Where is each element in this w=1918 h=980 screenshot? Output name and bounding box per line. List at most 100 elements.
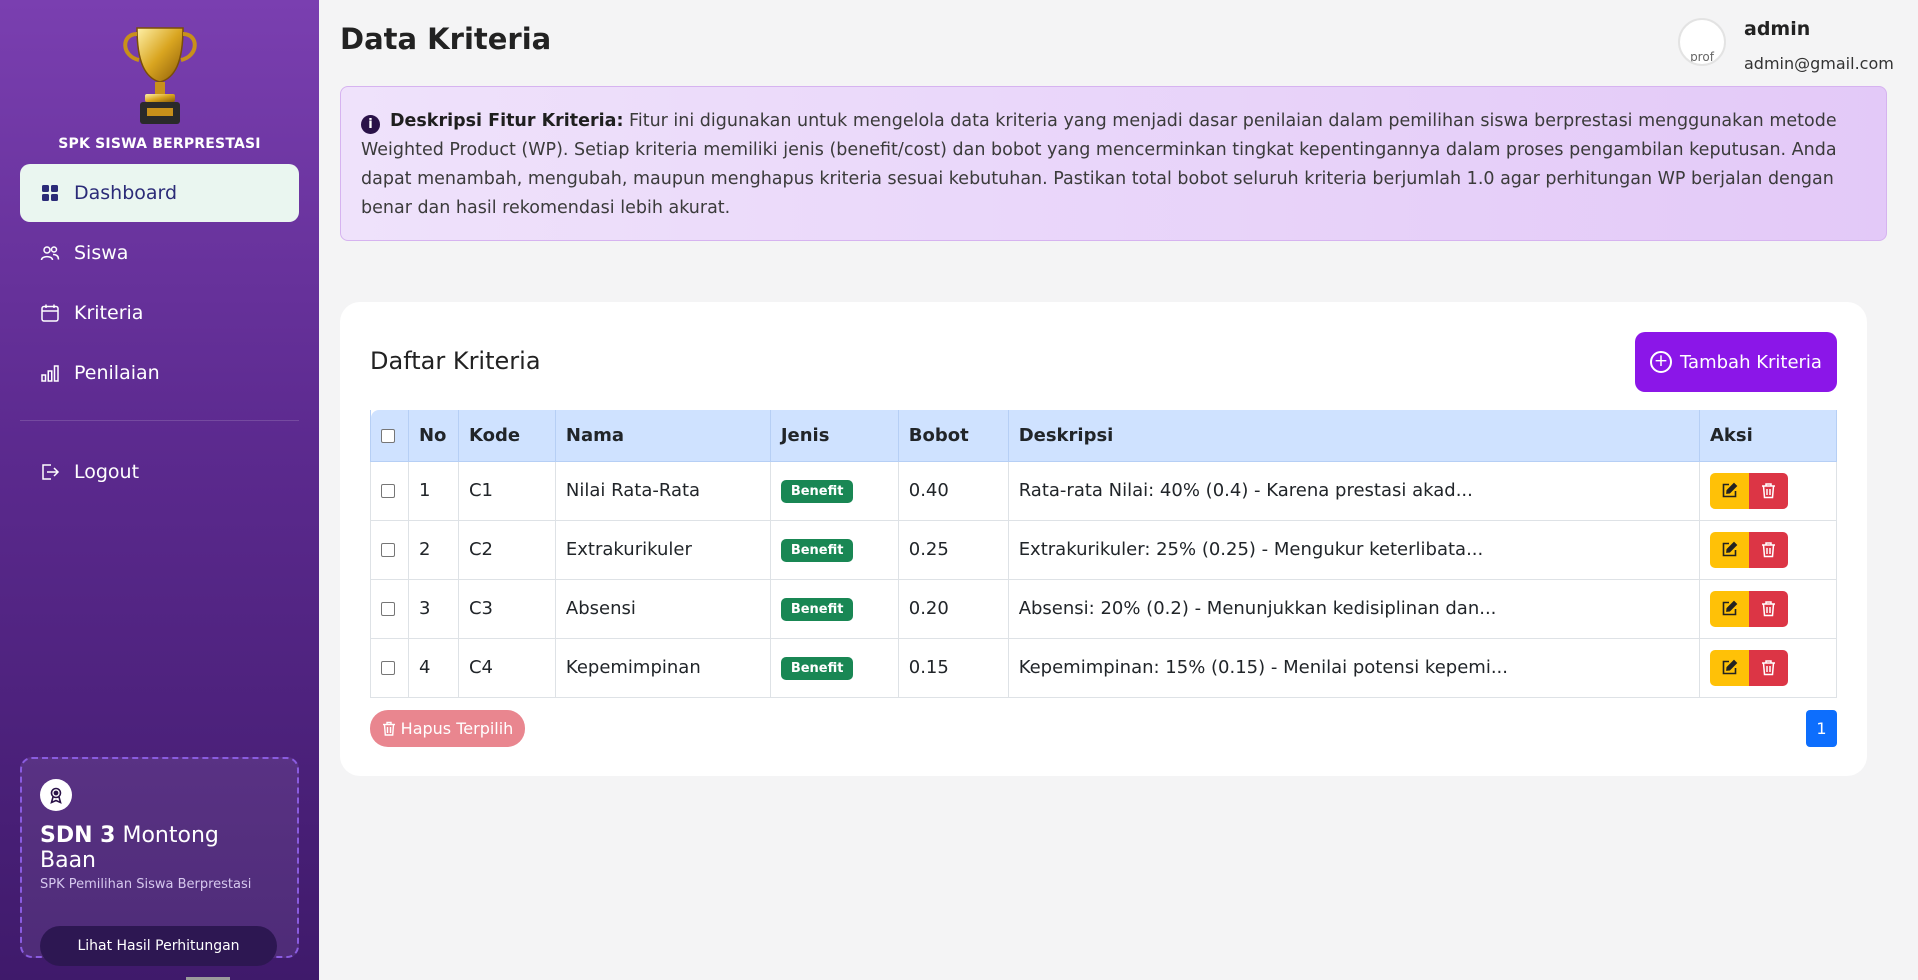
brand-name: SPK SISWA BERPRESTASI	[58, 136, 261, 152]
table-row: 2 C2 Extrakurikuler Benefit 0.25 Extraku…	[370, 520, 1837, 579]
users-icon	[40, 243, 60, 263]
edit-icon	[1722, 659, 1738, 675]
profile-text: admin admin@gmail.com	[1744, 18, 1894, 73]
cell-no: 4	[407, 638, 459, 697]
trash-icon	[1762, 483, 1775, 499]
edit-button[interactable]	[1710, 472, 1749, 509]
cell-aksi	[1699, 638, 1837, 697]
cell-jenis: Benefit	[769, 638, 899, 697]
header-no: No	[407, 410, 459, 462]
avatar-alt-text: prof	[1690, 50, 1714, 64]
sidebar: SPK SISWA BERPRESTASI Dashboard Siswa Kr…	[0, 0, 319, 980]
jenis-badge: Benefit	[780, 656, 854, 680]
cell-nama: Absensi	[554, 579, 771, 638]
trophy-logo-icon	[122, 27, 197, 124]
cell-deskripsi: Rata-rata Nilai: 40% (0.4) - Karena pres…	[1007, 461, 1700, 520]
cell-kode: C3	[457, 579, 556, 638]
add-criteria-button[interactable]: + Tambah Kriteria	[1635, 332, 1837, 392]
cell-bobot: 0.20	[897, 579, 1009, 638]
logout-icon	[40, 462, 60, 482]
cell-kode: C1	[457, 461, 556, 520]
school-card: SDN 3 Montong Baan SPK Pemilihan Siswa B…	[20, 757, 299, 966]
delete-selected-button[interactable]: Hapus Terpilih	[370, 710, 525, 747]
sidebar-item-label: Penilaian	[74, 362, 160, 384]
cell-nama: Extrakurikuler	[554, 520, 771, 579]
cell-nama: Nilai Rata-Rata	[554, 461, 771, 520]
sidebar-nav: Dashboard Siswa Kriteria Penilaian Logou…	[0, 164, 319, 501]
cell-jenis: Benefit	[769, 461, 899, 520]
delete-button[interactable]	[1749, 590, 1788, 627]
cell-bobot: 0.40	[897, 461, 1009, 520]
header-deskripsi: Deskripsi	[1007, 410, 1701, 462]
logout-label: Logout	[74, 461, 140, 483]
jenis-badge: Benefit	[780, 538, 854, 562]
cell-deskripsi: Kepemimpinan: 15% (0.15) - Menilai poten…	[1007, 638, 1700, 697]
sidebar-item-dashboard[interactable]: Dashboard	[20, 164, 299, 222]
card-title: Daftar Kriteria	[370, 347, 541, 375]
row-checkbox[interactable]	[381, 602, 395, 616]
cell-jenis: Benefit	[769, 520, 899, 579]
delete-button[interactable]	[1749, 531, 1788, 568]
trash-icon	[1762, 660, 1775, 676]
edit-icon	[1722, 600, 1738, 616]
user-profile[interactable]: prof admin admin@gmail.com	[1678, 18, 1894, 73]
sidebar-item-label: Siswa	[74, 242, 129, 264]
cell-kode: C2	[457, 520, 556, 579]
criteria-card: Daftar Kriteria + Tambah Kriteria No Kod…	[340, 302, 1867, 776]
page-title: Data Kriteria	[340, 22, 552, 56]
cell-aksi	[1699, 461, 1837, 520]
criteria-table: No Kode Nama Jenis Bobot Deskripsi Aksi …	[370, 410, 1837, 698]
bar-chart-icon	[40, 363, 60, 383]
delete-button[interactable]	[1749, 649, 1788, 686]
edit-button[interactable]	[1710, 649, 1749, 686]
row-checkbox[interactable]	[381, 484, 395, 498]
table-row: 1 C1 Nilai Rata-Rata Benefit 0.40 Rata-r…	[370, 461, 1837, 520]
edit-button[interactable]	[1710, 531, 1749, 568]
brand: SPK SISWA BERPRESTASI	[0, 0, 319, 152]
header-nama: Nama	[554, 410, 771, 462]
table-header-row: No Kode Nama Jenis Bobot Deskripsi Aksi	[370, 410, 1837, 462]
plus-circle-icon: +	[1650, 351, 1673, 373]
select-all-cell	[370, 410, 409, 462]
header-jenis: Jenis	[769, 410, 899, 462]
delete-selected-label: Hapus Terpilih	[400, 719, 514, 738]
edit-icon	[1722, 482, 1738, 498]
school-name: SDN 3 Montong Baan	[40, 823, 219, 873]
jenis-badge: Benefit	[780, 597, 854, 621]
school-subtitle: SPK Pemilihan Siswa Berprestasi	[40, 877, 252, 892]
cell-deskripsi: Extrakurikuler: 25% (0.25) - Mengukur ke…	[1007, 520, 1700, 579]
cell-no: 3	[407, 579, 459, 638]
delete-button[interactable]	[1749, 472, 1788, 509]
sidebar-item-kriteria[interactable]: Kriteria	[20, 284, 299, 342]
grid-icon	[40, 183, 60, 203]
sidebar-item-siswa[interactable]: Siswa	[20, 224, 299, 282]
calendar-icon	[40, 303, 60, 323]
row-checkbox[interactable]	[381, 543, 395, 557]
sidebar-item-label: Kriteria	[74, 302, 144, 324]
edit-button[interactable]	[1710, 590, 1749, 627]
logout-button[interactable]: Logout	[20, 443, 299, 501]
pagination-page-1[interactable]: 1	[1806, 710, 1837, 747]
cell-bobot: 0.15	[897, 638, 1009, 697]
user-email: admin@gmail.com	[1744, 54, 1894, 73]
cell-no: 2	[407, 520, 459, 579]
jenis-badge: Benefit	[780, 479, 854, 503]
row-checkbox[interactable]	[381, 661, 395, 675]
info-description-box: i Deskripsi Fitur Kriteria: Fitur ini dig…	[340, 86, 1887, 241]
avatar[interactable]: prof	[1678, 18, 1726, 66]
info-icon: i	[361, 115, 380, 134]
trash-icon	[1762, 601, 1775, 617]
view-results-button[interactable]: Lihat Hasil Perhitungan	[40, 926, 277, 966]
cell-jenis: Benefit	[769, 579, 899, 638]
cell-deskripsi: Absensi: 20% (0.2) - Menunjukkan kedisip…	[1007, 579, 1700, 638]
info-label: Deskripsi Fitur Kriteria:	[390, 111, 624, 131]
sidebar-item-penilaian[interactable]: Penilaian	[20, 344, 299, 402]
table-row: 3 C3 Absensi Benefit 0.20 Absensi: 20% (…	[370, 579, 1837, 638]
select-all-checkbox[interactable]	[381, 428, 395, 443]
edit-icon	[1722, 541, 1738, 557]
add-criteria-label: Tambah Kriteria	[1680, 351, 1822, 373]
cell-nama: Kepemimpinan	[554, 638, 771, 697]
header-kode: Kode	[457, 410, 556, 462]
table-row: 4 C4 Kepemimpinan Benefit 0.15 Kepemimpi…	[370, 638, 1837, 697]
sidebar-item-label: Dashboard	[74, 182, 178, 204]
